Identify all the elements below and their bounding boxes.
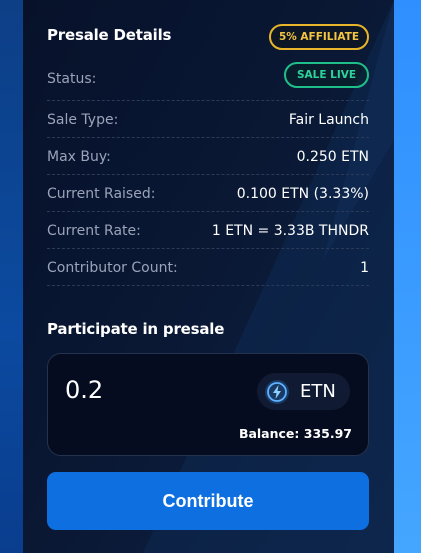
detail-label: Max Buy: bbox=[47, 148, 111, 165]
contribute-button[interactable]: Contribute bbox=[47, 472, 369, 530]
balance-text: Balance: 335.97 bbox=[238, 426, 352, 441]
detail-row-sale-type: Sale Type: Fair Launch bbox=[47, 101, 369, 138]
detail-label: Contributor Count: bbox=[47, 259, 178, 276]
token-selector[interactable]: ETN bbox=[257, 373, 350, 410]
detail-row-current-raised: Current Raised: 0.100 ETN (3.33%) bbox=[47, 175, 369, 212]
detail-row-current-rate: Current Rate: 1 ETN = 3.33B THNDR bbox=[47, 212, 369, 249]
divider bbox=[47, 285, 369, 286]
detail-value: 1 ETN = 3.33B THNDR bbox=[211, 222, 369, 239]
status-label: Status: bbox=[47, 70, 97, 87]
detail-value: 1 bbox=[360, 259, 369, 276]
presale-details-title: Presale Details bbox=[47, 26, 172, 44]
detail-row-max-buy: Max Buy: 0.250 ETN bbox=[47, 138, 369, 175]
detail-row-contributor-count: Contributor Count: 1 bbox=[47, 249, 369, 286]
detail-value: Fair Launch bbox=[288, 111, 369, 128]
amount-input[interactable]: 0.2 bbox=[65, 376, 103, 404]
detail-label: Sale Type: bbox=[47, 111, 119, 128]
lightning-icon bbox=[265, 380, 289, 404]
detail-label: Current Rate: bbox=[47, 222, 141, 239]
detail-label: Current Raised: bbox=[47, 185, 156, 202]
token-name: ETN bbox=[300, 381, 336, 402]
amount-input-box[interactable]: 0.2 ETN Balance: 335.97 bbox=[47, 353, 369, 456]
participate-title: Participate in presale bbox=[47, 320, 225, 338]
detail-value: 0.250 ETN bbox=[296, 148, 369, 165]
detail-value: 0.100 ETN (3.33%) bbox=[236, 185, 369, 202]
affiliate-badge: 5% AFFILIATE bbox=[269, 24, 369, 50]
presale-card: Presale Details 5% AFFILIATE Status: SAL… bbox=[23, 0, 394, 553]
sale-live-badge: SALE LIVE bbox=[284, 62, 369, 88]
